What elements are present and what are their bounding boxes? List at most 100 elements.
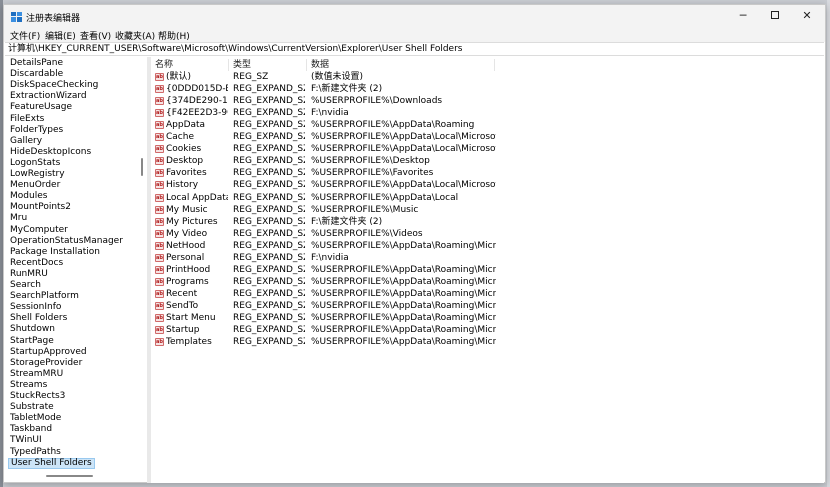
tree-item[interactable]: MyComputer (8, 225, 70, 236)
value-row[interactable]: ab Cache REG_EXPAND_SZ %USERPROFILE%\AppDat… (151, 131, 824, 143)
column-divider[interactable] (228, 59, 229, 71)
tree-item[interactable]: HideDesktopIcons (8, 147, 93, 158)
value-type: REG_EXPAND_SZ (233, 313, 305, 323)
value-row[interactable]: ab{374DE290-12... REG_EXPAND_SZ %USERPROFI… (151, 95, 824, 107)
tree-item[interactable]: TabletMode (8, 413, 63, 424)
value-data: %USERPROFILE%\AppData\Roaming\Microsoft.… (311, 325, 496, 336)
value-type: REG_EXPAND_SZ (233, 276, 305, 287)
string-value-icon: ab (155, 277, 164, 286)
value-type: REG_EXPAND_SZ (233, 240, 305, 251)
tree-item[interactable]: SessionInfo (8, 302, 63, 313)
tree-item[interactable]: StorageProvider (8, 358, 84, 369)
value-row[interactable]: ab My Pictures REG_EXPAND_SZ F:\新建文件夹 (2) (151, 216, 824, 228)
value-row[interactable]: ab Cookies REG_EXPAND_SZ %USERPROFILE%\AppD… (151, 143, 824, 155)
tree-item[interactable]: FeatureUsage (8, 102, 74, 113)
tree-item[interactable]: LowRegistry (8, 169, 67, 180)
value-row[interactable]: ab Templates REG_EXPAND_SZ %USERPROFILE%\Ap… (151, 336, 824, 348)
tree-item[interactable]: MenuOrder (8, 180, 62, 191)
tree-item[interactable]: DiskSpaceChecking (8, 80, 100, 91)
value-row[interactable]: ab Local AppData REG_EXPAND_SZ %USERPROFILE… (151, 192, 824, 204)
column-header-data[interactable]: 数据 (311, 59, 329, 71)
tree-item[interactable]: Discardable (8, 69, 65, 80)
tree-item[interactable]: TWinUI (8, 435, 44, 446)
key-tree-pane[interactable]: DetailsPane Discardable DiskSpaceChecking E… (5, 57, 143, 479)
tree-item[interactable]: SearchPlatform (8, 291, 81, 302)
menu-view[interactable]: 查看(V) (80, 29, 111, 42)
menu-help[interactable]: 帮助(H) (158, 29, 190, 42)
value-type: REG_EXPAND_SZ (233, 108, 305, 119)
tree-item[interactable]: OperationStatusManager (8, 236, 125, 247)
tree-item[interactable]: RunMRU (8, 269, 50, 280)
close-button[interactable]: ✕ (791, 5, 823, 27)
value-row[interactable]: ab{F42EE2D3-909... REG_EXPAND_SZ F:\nvidia (151, 107, 824, 119)
value-row[interactable]: ab PrintHood REG_EXPAND_SZ %USERPROFILE%\Ap… (151, 264, 824, 276)
tree-item[interactable]: Shutdown (8, 324, 57, 335)
value-type: REG_EXPAND_SZ (233, 180, 305, 191)
value-row[interactable]: ab Recent REG_EXPAND_SZ %USERPROFILE%\AppDa… (151, 288, 824, 300)
window-title: 注册表编辑器 (26, 14, 81, 24)
column-divider[interactable] (494, 59, 495, 71)
value-row[interactable]: ab Personal REG_EXPAND_SZ F:\nvidia (151, 252, 824, 264)
tree-item[interactable]: Modules (8, 191, 49, 202)
tree-item[interactable]: Package Installation (8, 247, 102, 258)
tree-item[interactable]: Substrate (8, 402, 56, 413)
value-data: F:\新建文件夹 (2) (311, 216, 383, 227)
column-divider[interactable] (306, 59, 307, 71)
value-row[interactable]: ab History REG_EXPAND_SZ %USERPROFILE%\AppD… (151, 179, 824, 191)
value-row[interactable]: ab{0DDD015D-B0... REG_EXPAND_SZ F:\新建文件夹 (… (151, 83, 824, 95)
string-value-icon: ab (155, 241, 164, 250)
tree-item[interactable]: TypedPaths (8, 447, 63, 458)
string-value-icon: ab (155, 338, 164, 347)
value-name: My Pictures (166, 216, 218, 227)
value-row[interactable]: ab Favorites REG_EXPAND_SZ %USERPROFILE%\Fa… (151, 167, 824, 179)
value-name: My Music (166, 204, 208, 215)
string-value-icon: ab (155, 229, 164, 238)
value-row[interactable]: ab SendTo REG_EXPAND_SZ %USERPROFILE%\AppDa… (151, 300, 824, 312)
value-row[interactable]: ab My Music REG_EXPAND_SZ %USERPROFILE%\Mus… (151, 204, 824, 216)
value-type: REG_EXPAND_SZ (233, 264, 305, 275)
value-name: PrintHood (166, 264, 211, 275)
menu-favorites[interactable]: 收藏夹(A) (115, 29, 155, 42)
tree-item[interactable]: User Shell Folders (8, 457, 95, 469)
tree-item[interactable]: MountPoints2 (8, 202, 73, 213)
menu-file[interactable]: 文件(F) (10, 29, 40, 42)
value-data: %USERPROFILE%\AppData\Roaming\Microsoft.… (311, 288, 496, 299)
value-row[interactable]: ab My Video REG_EXPAND_SZ %USERPROFILE%\Vid… (151, 228, 824, 240)
value-row[interactable]: ab Startup REG_EXPAND_SZ %USERPROFILE%\AppD… (151, 324, 824, 336)
value-row[interactable]: ab NetHood REG_EXPAND_SZ %USERPROFILE%\AppD… (151, 240, 824, 252)
title-bar[interactable]: 注册表编辑器 ─ ✕ (4, 5, 825, 27)
tree-item[interactable]: RecentDocs (8, 258, 65, 269)
column-header-name[interactable]: 名称 (155, 59, 173, 71)
tree-item[interactable]: Mru (8, 213, 29, 224)
tree-item[interactable]: FileExts (8, 114, 46, 125)
values-list-pane[interactable]: 名称 类型 数据 ab (默认) REG_SZ (数值未设置) ab {0DDD015D-… (151, 57, 824, 483)
tree-vertical-scrollbar[interactable] (141, 158, 143, 176)
tree-item[interactable]: DetailsPane (8, 58, 65, 69)
value-row[interactable]: ab (默认) REG_SZ (数值未设置) (151, 71, 824, 83)
tree-item[interactable]: StartPage (8, 336, 56, 347)
value-row[interactable]: ab Programs REG_EXPAND_SZ %USERPROFILE%\App… (151, 276, 824, 288)
tree-item[interactable]: Taskband (8, 424, 54, 435)
value-row[interactable]: ab AppData REG_EXPAND_SZ %USERPROFILE%\AppD… (151, 119, 824, 131)
tree-item[interactable]: Shell Folders (8, 313, 69, 324)
tree-item[interactable]: Search (8, 280, 43, 291)
value-row[interactable]: ab Start Menu REG_EXPAND_SZ %USERPROFILE%\A… (151, 312, 824, 324)
menu-edit[interactable]: 编辑(E) (45, 29, 76, 42)
tree-horizontal-scrollbar[interactable] (46, 475, 93, 477)
tree-item[interactable]: StuckRects3 (8, 391, 67, 402)
value-name: Startup (166, 325, 200, 336)
tree-item[interactable]: ExtractionWizard (8, 91, 89, 102)
column-header-type[interactable]: 类型 (233, 59, 251, 71)
address-bar[interactable]: 计算机\HKEY_CURRENT_USER\Software\Microsoft… (5, 42, 824, 56)
string-value-icon: ab (155, 181, 164, 190)
maximize-button[interactable] (759, 5, 791, 27)
tree-item[interactable]: LogonStats (8, 158, 62, 169)
tree-item[interactable]: Streams (8, 380, 49, 391)
tree-item[interactable]: StartupApproved (8, 347, 89, 358)
tree-item[interactable]: Gallery (8, 136, 44, 147)
value-name: (默认) (166, 72, 192, 82)
minimize-button[interactable]: ─ (727, 5, 759, 27)
tree-item[interactable]: StreamMRU (8, 369, 65, 380)
value-row[interactable]: ab Desktop REG_EXPAND_SZ %USERPROFILE%\Desk… (151, 155, 824, 167)
tree-item[interactable]: FolderTypes (8, 125, 65, 136)
